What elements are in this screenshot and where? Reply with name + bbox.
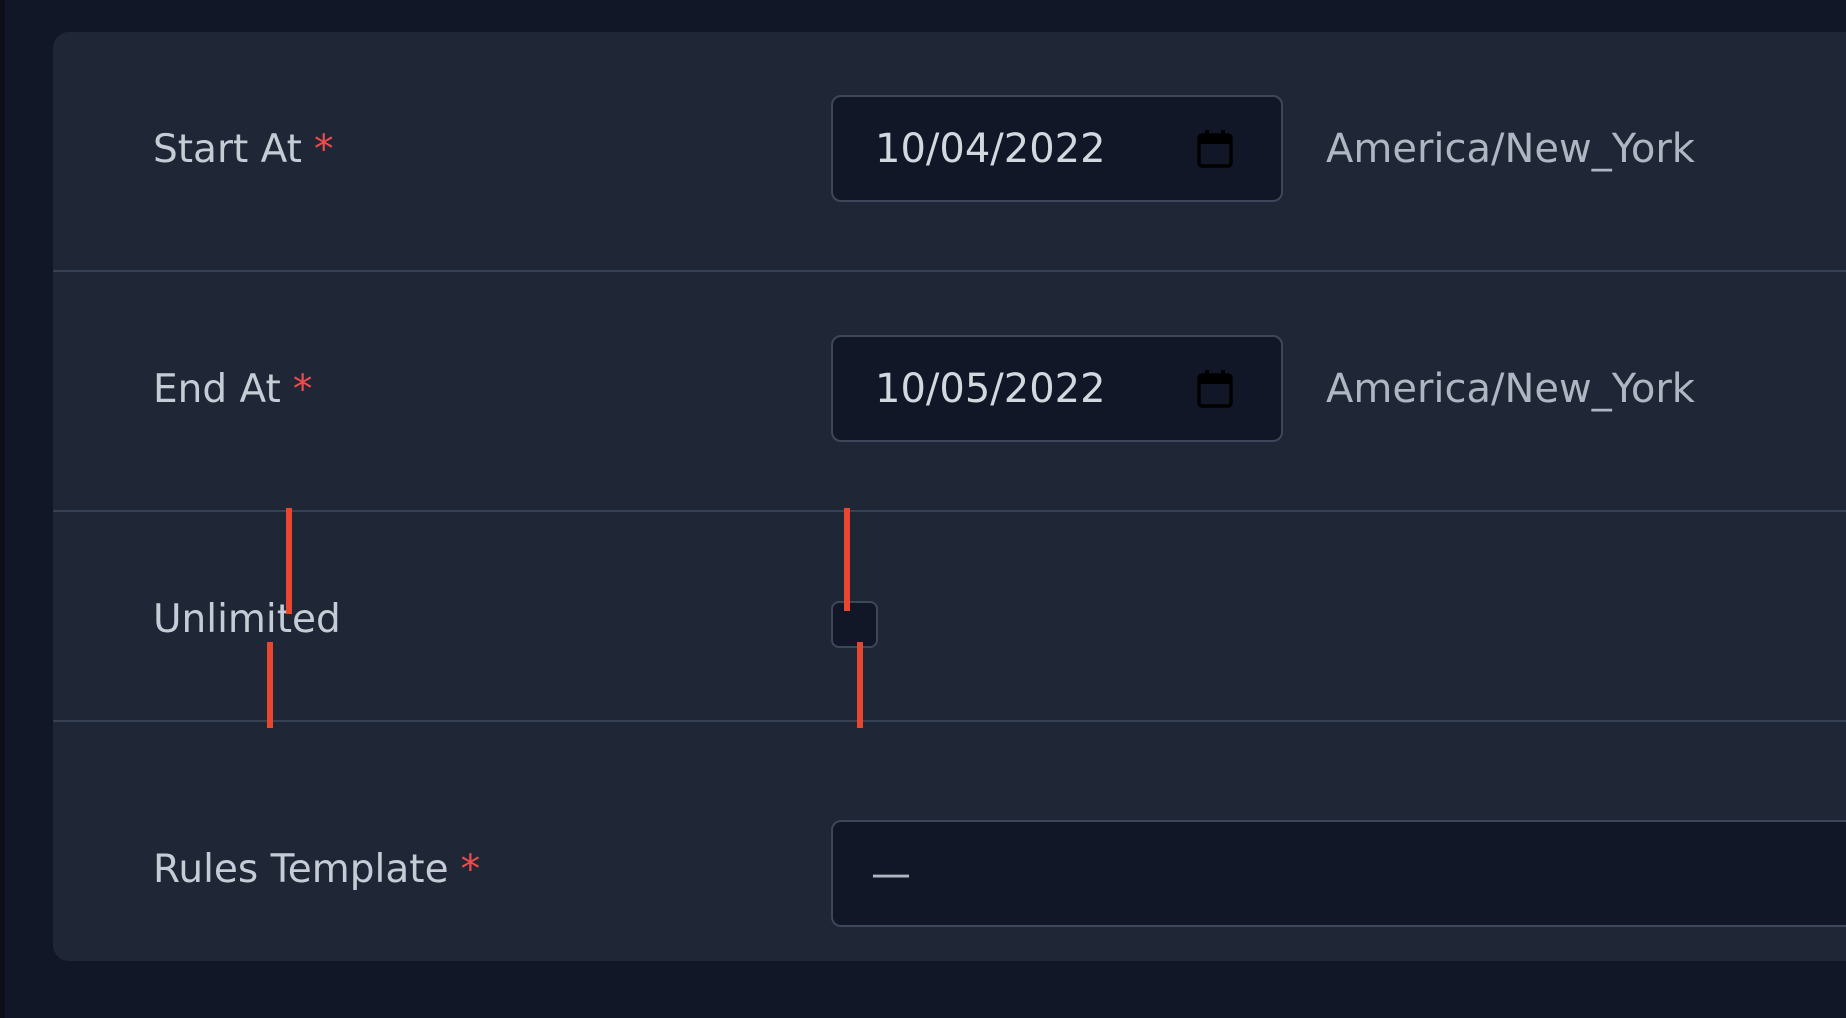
- required-asterisk: *: [313, 127, 334, 172]
- annotation-marker: [844, 508, 850, 611]
- unlimited-checkbox[interactable]: [831, 601, 878, 648]
- start-at-date-value[interactable]: 10/04/2022: [875, 126, 1106, 172]
- rules-template-row: Rules Template * —: [53, 722, 1846, 961]
- annotation-marker: [286, 508, 292, 614]
- start-at-label: Start At *: [153, 130, 333, 169]
- rules-template-value: —: [871, 850, 911, 897]
- rules-template-label-text: Rules Template: [153, 847, 449, 892]
- calendar-icon[interactable]: [1197, 369, 1233, 409]
- rules-template-label: Rules Template *: [153, 850, 480, 889]
- end-at-date-input[interactable]: 10/05/2022: [831, 335, 1283, 442]
- required-asterisk: *: [292, 367, 313, 412]
- required-asterisk: *: [460, 847, 481, 892]
- start-at-timezone: America/New_York: [1326, 126, 1695, 172]
- form-panel: Start At * 10/04/2022 America/New_York En…: [53, 32, 1846, 961]
- end-at-date-value[interactable]: 10/05/2022: [875, 366, 1106, 412]
- start-at-label-text: Start At: [153, 127, 302, 172]
- end-at-timezone: America/New_York: [1326, 366, 1695, 412]
- unlimited-label: Unlimited: [153, 597, 341, 642]
- calendar-icon[interactable]: [1197, 129, 1233, 169]
- annotation-marker: [267, 642, 273, 728]
- start-at-date-input[interactable]: 10/04/2022: [831, 95, 1283, 202]
- end-at-label: End At *: [153, 370, 312, 409]
- end-at-row: End At * 10/05/2022 America/New_York: [53, 272, 1846, 511]
- start-at-row: Start At * 10/04/2022 America/New_York: [53, 32, 1846, 271]
- unlimited-row: Unlimited: [53, 512, 1846, 721]
- end-at-label-text: End At: [153, 367, 281, 412]
- annotation-marker: [857, 642, 863, 728]
- window-edge: [0, 0, 5, 1018]
- rules-template-select[interactable]: —: [831, 820, 1846, 927]
